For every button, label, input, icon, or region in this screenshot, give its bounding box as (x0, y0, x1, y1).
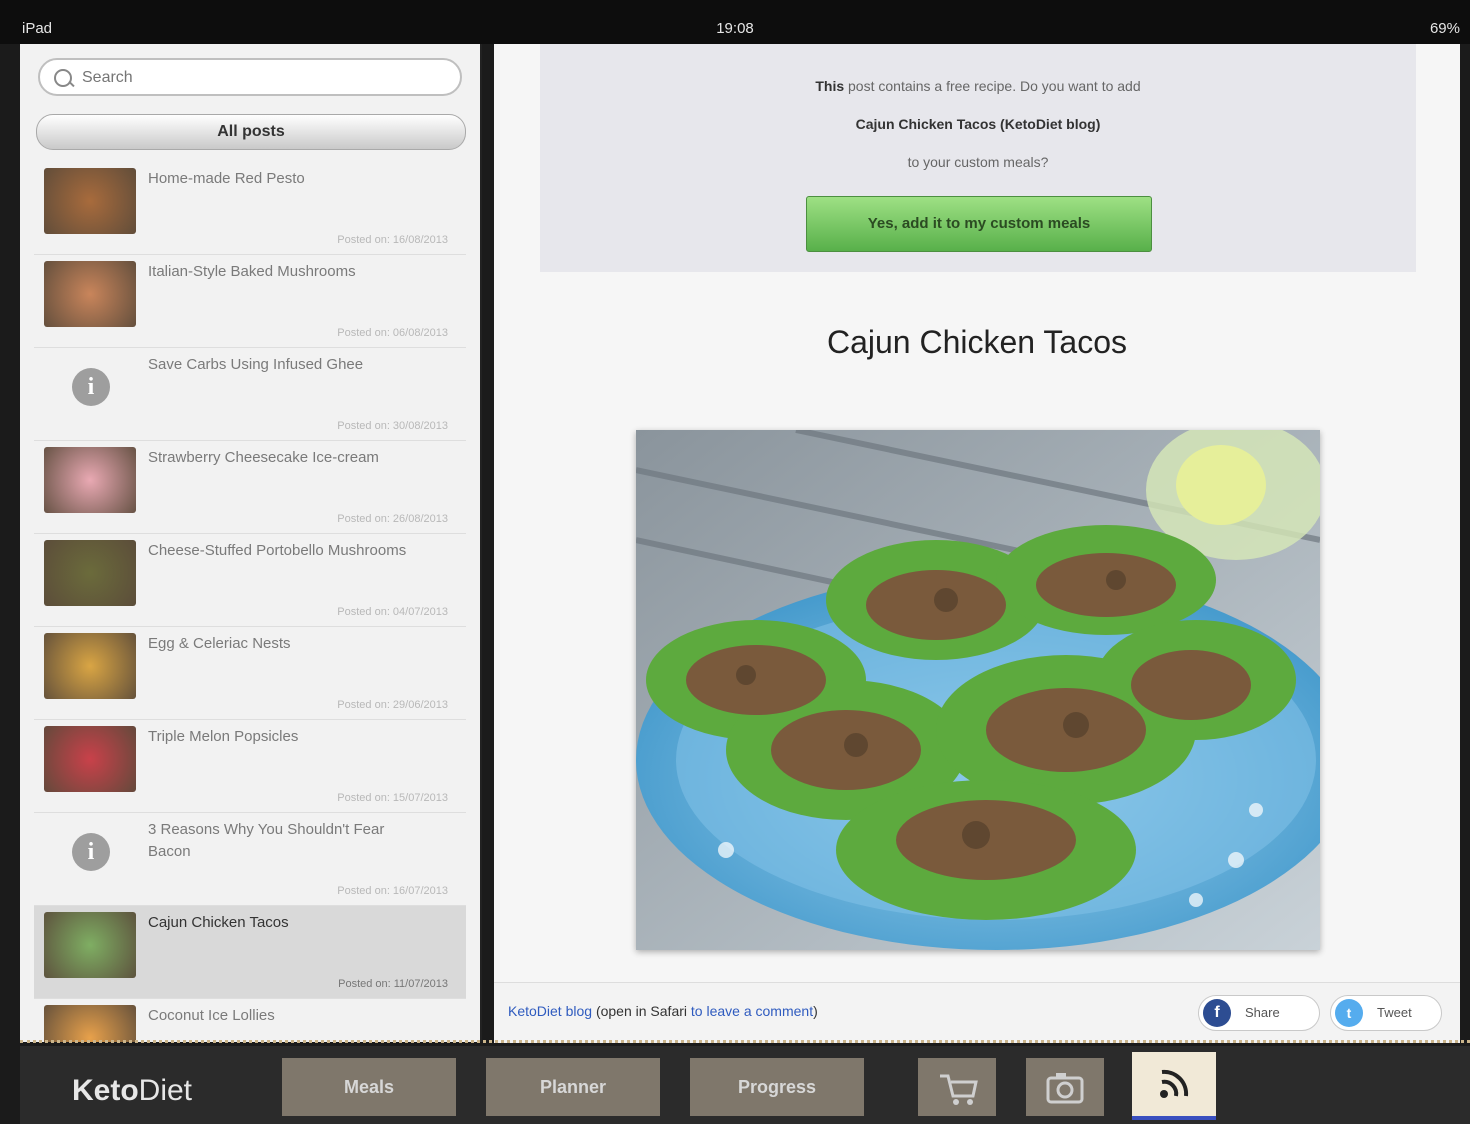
twitter-icon: t (1335, 999, 1363, 1027)
add-to-custom-meals-button[interactable]: Yes, add it to my custom meals (806, 196, 1152, 252)
post-date: Posted on: 06/08/2013 (337, 327, 448, 339)
post-date: Posted on: 11/07/2013 (338, 978, 448, 990)
search-input[interactable] (80, 66, 444, 90)
search-icon (54, 69, 72, 87)
post-thumbnail (44, 1005, 136, 1042)
post-date: Posted on: 04/07/2013 (337, 606, 448, 618)
tab-progress[interactable]: Progress (690, 1058, 864, 1116)
post-thumbnail (44, 261, 136, 327)
add-recipe-banner: This post contains a free recipe. Do you… (540, 44, 1416, 272)
post-title-label: Save Carbs Using Infused Ghee (148, 356, 364, 373)
info-icon: i (44, 819, 136, 885)
share-label: Share (1245, 1005, 1280, 1020)
recipe-photo (636, 430, 1320, 950)
list-item[interactable]: Egg & Celeriac Nests Posted on: 29/06/201… (34, 627, 466, 720)
facebook-icon: f (1203, 999, 1231, 1027)
post-date: Posted on: 30/08/2013 (337, 420, 448, 432)
list-item[interactable]: Italian-Style Baked Mushrooms Posted on: … (34, 255, 466, 348)
tweet-button[interactable]: t Tweet (1330, 995, 1442, 1031)
clock: 19:08 (716, 20, 754, 37)
post-thumbnail (44, 447, 136, 513)
post-date: Posted on: 16/07/2013 (337, 885, 448, 897)
shopping-cart-button[interactable] (918, 1058, 996, 1116)
footer-text: KetoDiet blog (open in Safari to leave a… (508, 1003, 818, 1019)
banner-line-1: This post contains a free recipe. Do you… (815, 78, 1141, 94)
post-thumbnail (44, 540, 136, 606)
post-thumbnail (44, 726, 136, 792)
list-item[interactable]: i Save Carbs Using Infused Ghee Posted on:… (34, 348, 466, 441)
tab-planner[interactable]: Planner (486, 1058, 660, 1116)
camera-button[interactable] (1026, 1058, 1104, 1116)
facebook-share-button[interactable]: f Share (1198, 995, 1320, 1031)
list-item[interactable]: Triple Melon Popsicles Posted on: 15/07/2… (34, 720, 466, 813)
post-title-label: Cajun Chicken Tacos (148, 914, 289, 931)
bottom-tab-bar: KetoDiet Meals Planner Progress (20, 1046, 1470, 1124)
post-list: Home-made Red Pesto Posted on: 16/08/2013… (34, 162, 466, 1042)
posts-sidebar: All posts Home-made Red Pesto Posted on: … (20, 44, 482, 1042)
post-title-label: Italian-Style Baked Mushrooms (148, 263, 356, 280)
post-title-label: Triple Melon Popsicles (148, 728, 299, 745)
banner-recipe-name: Cajun Chicken Tacos (KetoDiet blog) (855, 116, 1101, 132)
post-content: This post contains a free recipe. Do you… (494, 44, 1460, 1043)
post-title-label: Coconut Ice Lollies (148, 1007, 275, 1024)
list-item[interactable]: Cheese-Stuffed Portobello Mushrooms Poste… (34, 534, 466, 627)
battery-level: 69% (1429, 20, 1460, 37)
rss-feed-button[interactable] (1132, 1052, 1216, 1120)
tacos-image (636, 430, 1320, 950)
post-date: Posted on: 26/08/2013 (337, 513, 448, 525)
post-title-label: Egg & Celeriac Nests (148, 635, 291, 652)
list-item[interactable]: Strawberry Cheesecake Ice-cream Posted on… (34, 441, 466, 534)
info-icon: i (44, 354, 136, 420)
post-title-label: Cheese-Stuffed Portobello Mushrooms (148, 542, 407, 559)
search-box[interactable] (38, 58, 462, 96)
post-date: Posted on: 16/08/2013 (337, 234, 448, 246)
shopping-cart-icon (940, 1074, 978, 1105)
info-icon-glyph: i (72, 368, 110, 406)
post-date: Posted on: 29/06/2013 (337, 699, 448, 711)
blog-link[interactable]: KetoDiet blog (508, 1003, 592, 1019)
post-footer: KetoDiet blog (open in Safari to leave a… (494, 982, 1460, 1043)
status-bar: iPad 19:08 69% (0, 0, 1470, 44)
ketodiet-logo: KetoDiet (72, 1074, 193, 1107)
post-title: Cajun Chicken Tacos (826, 324, 1127, 360)
post-date: Posted on: 15/07/2013 (337, 792, 448, 804)
post-title-label: Strawberry Cheesecake Ice-cream (148, 449, 379, 466)
rss-feed-icon (1160, 1069, 1189, 1098)
list-item[interactable]: Coconut Ice Lollies (34, 999, 466, 1042)
info-icon-glyph: i (72, 833, 110, 871)
tweet-label: Tweet (1377, 1005, 1412, 1020)
leave-comment-link[interactable]: to leave a comment (691, 1003, 813, 1019)
post-title-label: 3 Reasons Why You Shouldn't Fear Bacon (148, 821, 385, 860)
post-thumbnail (44, 168, 136, 234)
all-posts-button[interactable]: All posts (36, 114, 466, 150)
tab-meals[interactable]: Meals (282, 1058, 456, 1116)
list-item[interactable]: Cajun Chicken Tacos Posted on: 11/07/2013 (34, 906, 466, 999)
list-item[interactable]: i 3 Reasons Why You Shouldn't Fear Bacon P… (34, 813, 466, 906)
post-thumbnail (44, 633, 136, 699)
post-thumbnail (44, 912, 136, 978)
banner-line-3: to your custom meals? (907, 154, 1049, 170)
camera-icon (1046, 1073, 1084, 1104)
post-title-label: Home-made Red Pesto (148, 170, 305, 187)
list-item[interactable]: Home-made Red Pesto Posted on: 16/08/2013 (34, 162, 466, 255)
